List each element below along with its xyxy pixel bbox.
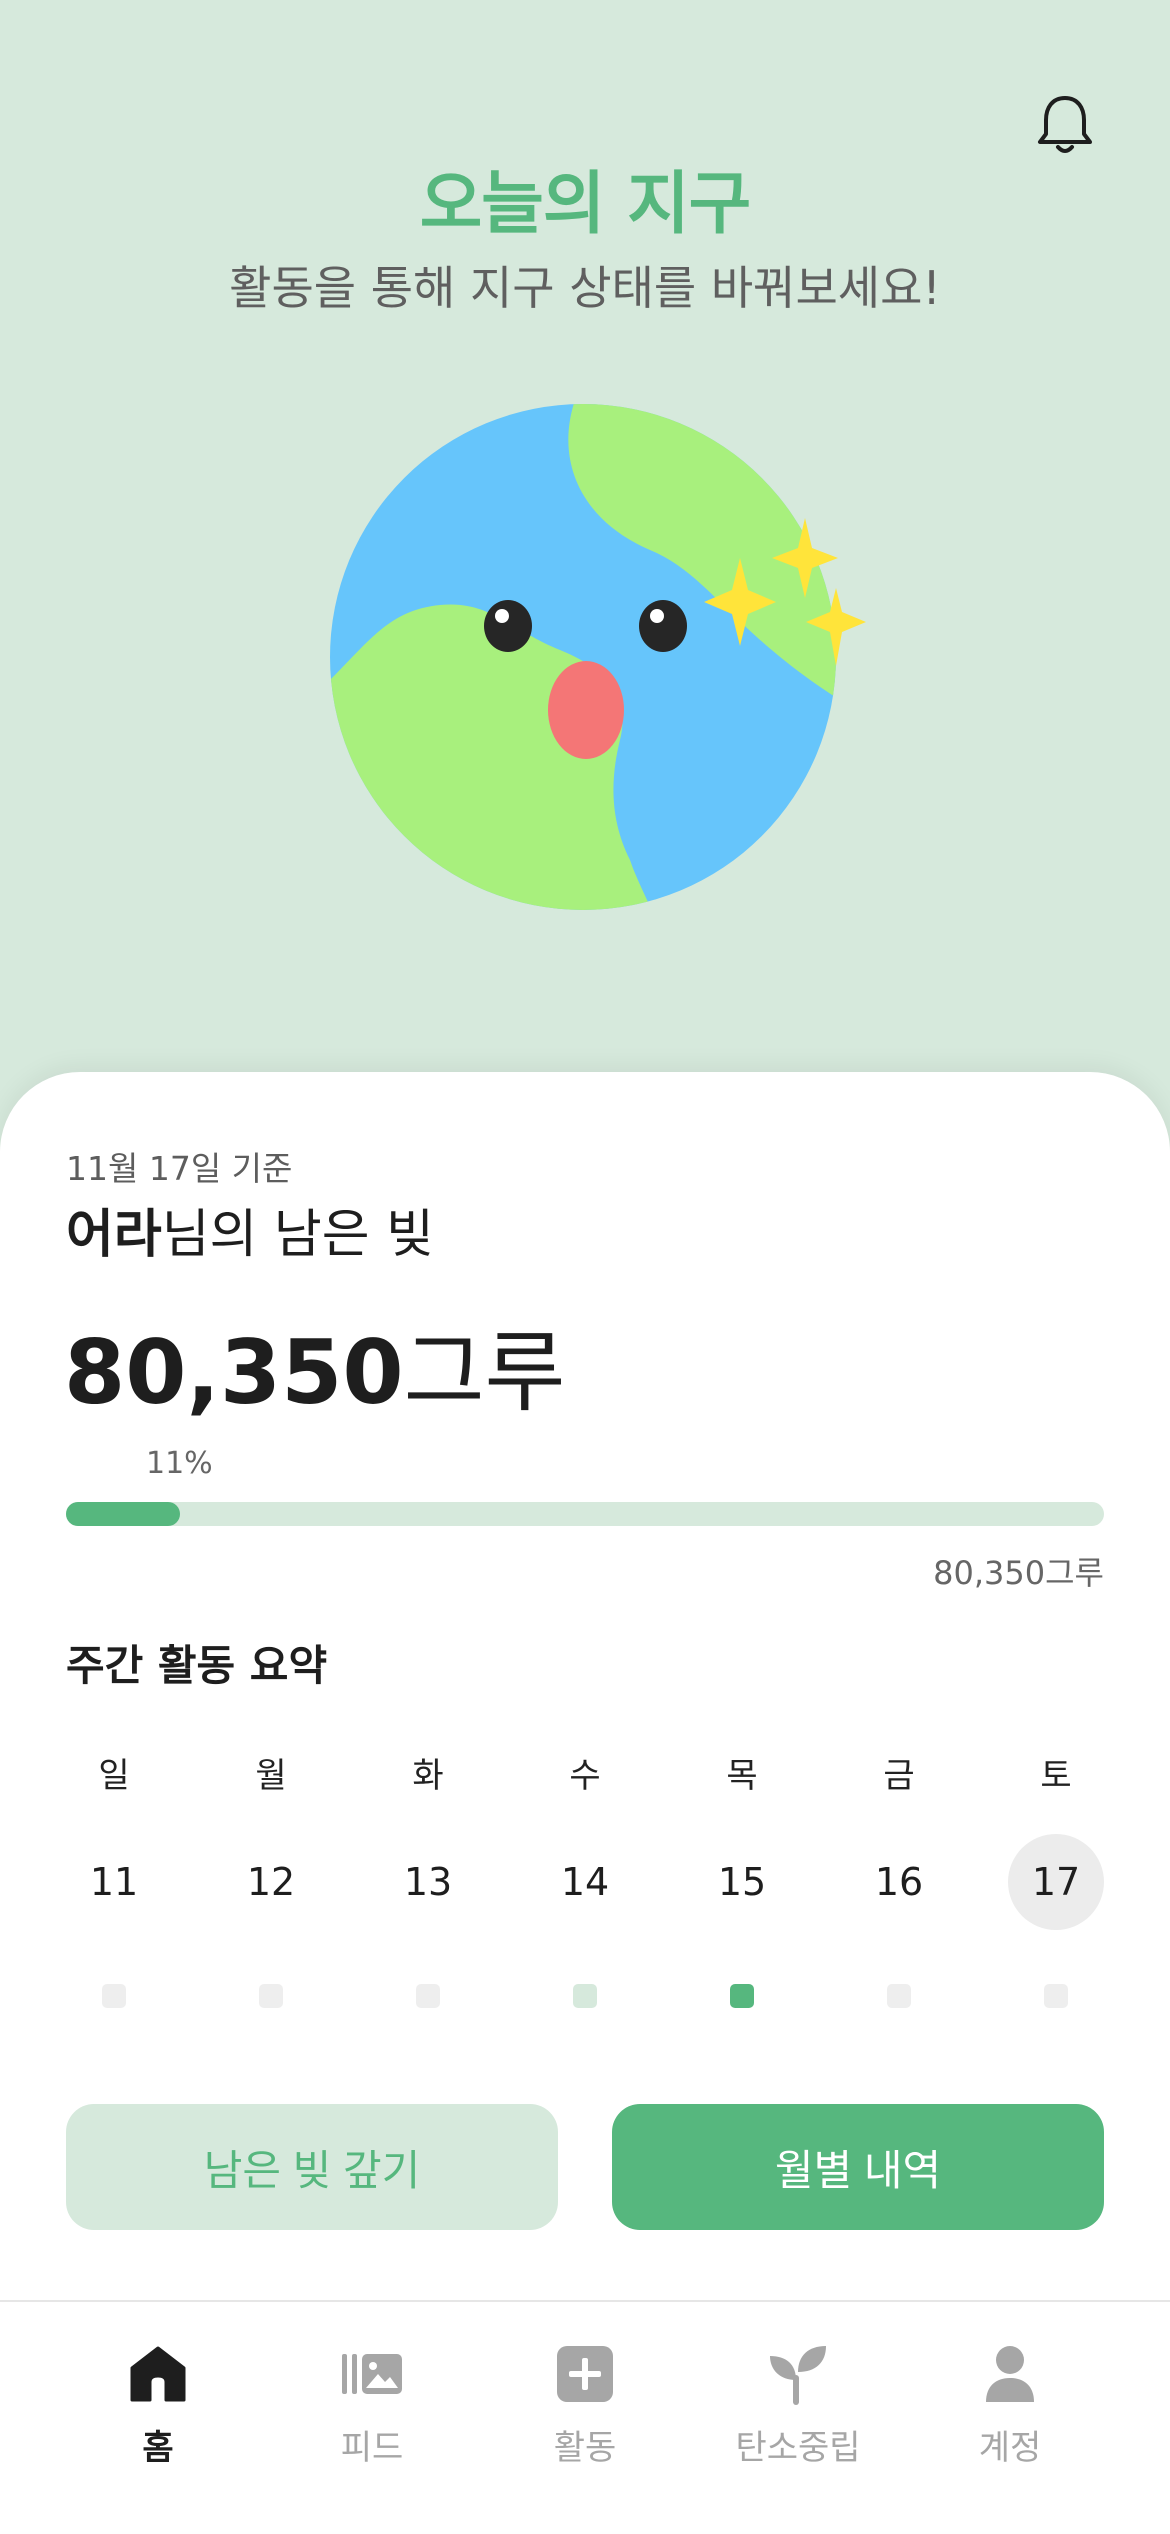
activity-indicator (102, 1984, 126, 2008)
activity-indicator (259, 1984, 283, 2008)
monthly-history-button[interactable]: 월별 내역 (612, 2104, 1104, 2230)
page-subtitle: 활동을 통해 지구 상태를 바꿔보세요! (229, 261, 941, 315)
remaining-debt-label: 어라님의 남은 빚 (66, 1192, 434, 1267)
weekday-label: 금 (883, 1755, 915, 1796)
weekday-label: 일 (98, 1755, 130, 1796)
sprout-icon (770, 2346, 826, 2405)
date-row: 11 12 13 14 15 16 17 (66, 1834, 1104, 1930)
activity-indicator (573, 1984, 597, 2008)
weekday-label: 수 (569, 1755, 601, 1796)
calendar-date[interactable]: 12 (223, 1834, 319, 1930)
tab-activity[interactable]: 활동 (495, 2342, 675, 2469)
weekday-label: 목 (726, 1755, 758, 1796)
tab-feed[interactable]: 피드 (282, 2342, 462, 2469)
weekday-row: 일 월 화 수 목 금 토 (66, 1748, 1104, 1796)
weekday-label: 월 (255, 1755, 287, 1796)
progress-total: 80,350그루 (933, 1554, 1104, 1592)
as-of-date: 11월 17일 기준 (66, 1149, 293, 1188)
calendar-date[interactable]: 11 (66, 1834, 162, 1930)
activity-indicator (730, 1984, 754, 2008)
page-title: 오늘의 지구 (419, 165, 751, 244)
debt-unit: 그루 (403, 1321, 566, 1424)
user-name: 어라 (66, 1205, 162, 1265)
weekly-calendar: 일 월 화 수 목 금 토 11 12 13 14 15 16 17 (66, 1748, 1104, 2008)
bottom-tab-bar: 홈 피드 활동 탄소중립 계정 (0, 2300, 1170, 2534)
person-icon (986, 2346, 1034, 2402)
feed-icon (342, 2354, 402, 2394)
tab-label: 피드 (340, 2428, 404, 2468)
home-icon (130, 2346, 186, 2402)
remaining-debt-amount: 80,350그루 (64, 1302, 566, 1429)
tab-home[interactable]: 홈 (68, 2342, 248, 2469)
calendar-date[interactable]: 16 (851, 1834, 947, 1930)
remaining-debt-suffix: 님의 남은 빚 (161, 1205, 434, 1265)
progress-fill (66, 1502, 181, 1526)
progress-percent: 11% (146, 1446, 213, 1481)
weekday-label: 화 (412, 1755, 444, 1796)
calendar-date[interactable]: 13 (380, 1834, 476, 1930)
calendar-date[interactable]: 14 (537, 1834, 633, 1930)
tab-account[interactable]: 계정 (920, 2342, 1100, 2469)
activity-indicator (887, 1984, 911, 2008)
calendar-date[interactable]: 15 (694, 1834, 790, 1930)
pay-debt-button[interactable]: 남은 빚 갚기 (66, 2104, 558, 2230)
debt-number: 80,350 (64, 1321, 404, 1424)
earth-illustration (330, 400, 870, 920)
weekday-label: 토 (1040, 1755, 1072, 1796)
tab-label: 홈 (142, 2428, 174, 2468)
activity-indicator (416, 1984, 440, 2008)
progress-bar (66, 1502, 1104, 1526)
tab-label: 계정 (978, 2428, 1042, 2468)
tab-carbon-neutral[interactable]: 탄소중립 (708, 2342, 888, 2469)
activity-indicator (1044, 1984, 1068, 2008)
calendar-date[interactable]: 17 (1008, 1834, 1104, 1930)
tab-label: 활동 (553, 2428, 617, 2468)
tab-label: 탄소중립 (735, 2428, 861, 2468)
weekly-summary-title: 주간 활동 요약 (66, 1641, 328, 1690)
plus-square-icon (557, 2346, 613, 2402)
activity-row (66, 1984, 1104, 2008)
